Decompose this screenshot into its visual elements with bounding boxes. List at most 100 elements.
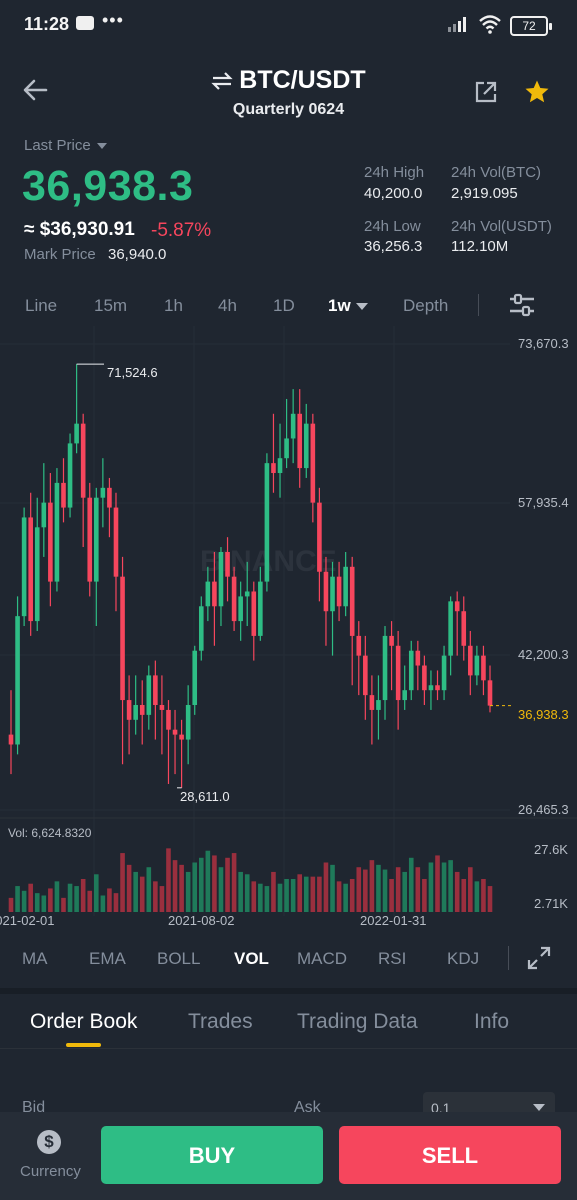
candle-body — [153, 675, 158, 706]
volume-bar — [41, 895, 47, 912]
pair-selector[interactable]: BTC/USDT — [211, 66, 366, 95]
candle-body — [34, 527, 40, 622]
candle-body — [428, 685, 434, 691]
volume-bar — [113, 893, 119, 912]
volume-bar — [166, 848, 171, 912]
volume-bar — [461, 879, 467, 912]
volume-bar — [422, 879, 427, 912]
tab-trades[interactable]: Trades — [188, 1010, 253, 1034]
tf-15m[interactable]: 15m — [94, 296, 127, 316]
candle-body — [343, 566, 348, 607]
ind-vol[interactable]: VOL — [234, 949, 269, 969]
fullscreen-icon[interactable] — [527, 946, 551, 970]
volume-bars — [8, 848, 493, 912]
dollar-coin-icon[interactable]: $ — [37, 1130, 61, 1154]
currency-button-label[interactable]: Currency — [20, 1163, 81, 1180]
volume-bar — [67, 883, 73, 912]
ind-boll[interactable]: BOLL — [157, 949, 200, 969]
volume-bar — [258, 883, 263, 912]
candle-body — [310, 423, 316, 503]
tf-depth[interactable]: Depth — [403, 296, 448, 316]
ind-rsi[interactable]: RSI — [378, 949, 406, 969]
sell-button[interactable]: SELL — [339, 1126, 561, 1184]
ind-macd[interactable]: MACD — [297, 949, 347, 969]
divider — [478, 294, 479, 316]
current-price-label: 36,938.3 — [518, 707, 569, 722]
candle-body — [21, 517, 27, 617]
volume-bar — [349, 879, 355, 912]
date-axis-label: 2022-01-31 — [360, 913, 427, 928]
candle-body — [389, 635, 394, 646]
last-price-label: Last Price — [24, 137, 91, 154]
volume-bar — [284, 879, 289, 912]
buy-button[interactable]: BUY — [101, 1126, 323, 1184]
volume-bar — [474, 881, 480, 912]
vol-btc-value: 2,919.095 — [451, 185, 518, 202]
tf-line[interactable]: Line — [25, 296, 57, 316]
candle-body — [356, 635, 362, 656]
divider — [0, 1048, 577, 1049]
candle-body — [317, 502, 322, 572]
star-icon[interactable] — [524, 79, 550, 105]
volume-bar — [481, 879, 486, 912]
candle-body — [297, 413, 303, 469]
tab-info[interactable]: Info — [474, 1010, 509, 1034]
ind-kdj[interactable]: KDJ — [447, 949, 479, 969]
tab-order-book[interactable]: Order Book — [30, 1010, 137, 1034]
volume-bar — [153, 881, 158, 912]
candle-body — [28, 517, 33, 622]
candle-body — [15, 616, 20, 745]
date-axis-label: 2021-08-02 — [168, 913, 235, 928]
low-24h-value: 36,256.3 — [364, 238, 423, 255]
share-icon[interactable] — [474, 80, 498, 104]
candle-body — [212, 581, 217, 607]
candle-body — [120, 576, 125, 701]
volume-bar — [402, 871, 407, 912]
last-price-selector[interactable]: Last Price — [24, 137, 107, 154]
volume-axis-label: 27.6K — [534, 842, 568, 857]
more-notifications-icon: ••• — [102, 10, 124, 30]
candle-body — [54, 482, 60, 582]
volume-bar — [251, 881, 257, 912]
candle-body — [277, 458, 283, 474]
volume-bar — [126, 864, 132, 912]
volume-bar — [238, 871, 243, 912]
candle-body — [303, 423, 309, 469]
candle-body — [225, 551, 230, 577]
candle-body — [258, 581, 263, 636]
volume-bar — [264, 886, 270, 912]
wifi-icon — [479, 15, 501, 34]
candle-body — [133, 705, 138, 720]
candle-body — [100, 487, 106, 498]
candle-body — [159, 705, 165, 710]
candle-body — [61, 482, 66, 508]
candle-body — [402, 690, 407, 701]
candle-body — [80, 423, 86, 498]
volume-bar — [487, 886, 493, 912]
tf-1w[interactable]: 1w — [328, 296, 368, 316]
ind-ema[interactable]: EMA — [89, 949, 126, 969]
candle-body — [74, 423, 79, 444]
vol-usdt-value: 112.10M — [451, 238, 509, 255]
volume-bar — [54, 881, 60, 912]
candlestick-chart[interactable]: BINANCE 73,670.3 57,935.4 42,200.3 26,46… — [0, 326, 577, 936]
ind-ma[interactable]: MA — [22, 949, 48, 969]
candle-body — [323, 571, 329, 612]
volume-bar — [87, 890, 93, 912]
candle-body — [441, 655, 447, 691]
volume-bar — [100, 895, 106, 912]
tf-1d[interactable]: 1D — [273, 296, 295, 316]
chart-settings-icon[interactable] — [508, 292, 536, 318]
caret-down-icon — [355, 303, 368, 311]
volume-bar — [133, 871, 138, 912]
tab-trading-data[interactable]: Trading Data — [297, 1010, 418, 1034]
low-24h-label: 24h Low — [364, 218, 421, 235]
candle-body — [481, 655, 486, 681]
volume-bar — [120, 853, 125, 912]
volume-bar — [336, 881, 342, 912]
volume-bar — [271, 871, 276, 912]
tf-1h[interactable]: 1h — [164, 296, 183, 316]
candle-body — [468, 645, 473, 676]
vol-usdt-label: 24h Vol(USDT) — [451, 218, 552, 235]
tf-4h[interactable]: 4h — [218, 296, 237, 316]
